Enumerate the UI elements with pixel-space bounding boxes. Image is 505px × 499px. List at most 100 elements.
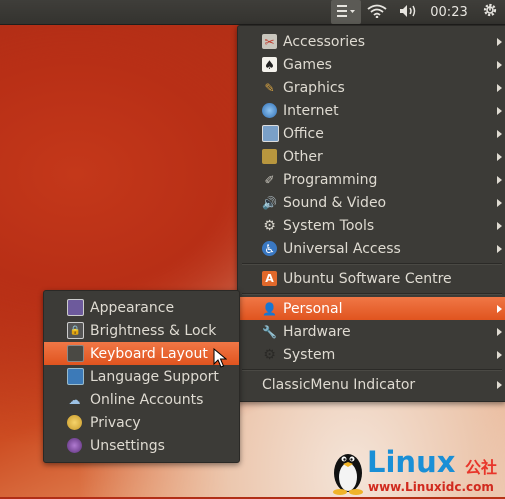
submenu-arrow-icon (497, 106, 502, 115)
menu-item-label: Online Accounts (90, 391, 204, 408)
menu-item-label: Universal Access (283, 240, 401, 257)
menu-item-hardware[interactable]: 🔧 Hardware (238, 320, 505, 343)
menu-item-label: Personal (283, 300, 343, 317)
classic-menu-indicator-button[interactable] (331, 0, 361, 24)
universal-access-icon: ♿ (262, 241, 277, 256)
menu-item-sound-video[interactable]: 🔊 Sound & Video (238, 191, 505, 214)
office-icon (262, 125, 279, 142)
other-icon (262, 149, 277, 164)
language-icon (67, 368, 84, 385)
sound-indicator[interactable] (397, 0, 421, 24)
menu-item-internet[interactable]: Internet (238, 99, 505, 122)
menu-item-software-centre[interactable]: A Ubuntu Software Centre (238, 267, 505, 290)
games-icon: ♠ (262, 57, 277, 72)
programming-icon: ✐ (264, 172, 275, 187)
submenu-arrow-icon (497, 37, 502, 46)
menu-item-programming[interactable]: ✐ Programming (238, 168, 505, 191)
menu-item-label: Appearance (90, 299, 175, 316)
submenu-arrow-icon (497, 175, 502, 184)
menu-separator (242, 263, 502, 265)
system-icon: ⚙ (263, 346, 276, 363)
mouse-pointer-icon (213, 347, 228, 372)
menu-item-label: System Tools (283, 217, 375, 234)
menu-item-label: Brightness & Lock (90, 322, 217, 339)
menu-item-label: Programming (283, 171, 378, 188)
appearance-icon (67, 299, 84, 316)
menu-item-label: Accessories (283, 33, 366, 50)
privacy-icon (67, 415, 82, 430)
watermark-url: www.Linuxidc.com (368, 480, 494, 494)
system-tools-icon: ⚙ (263, 217, 276, 234)
online-accounts-icon: ☁ (68, 392, 81, 407)
submenu-arrow-icon (497, 129, 502, 138)
software-centre-icon: A (262, 271, 277, 286)
menu-item-label: Ubuntu Software Centre (283, 270, 452, 287)
hardware-icon: 🔧 (262, 324, 277, 339)
submenu-item-unsettings[interactable]: Unsettings (44, 434, 239, 457)
menu-item-system-tools[interactable]: ⚙ System Tools (238, 214, 505, 237)
submenu-item-language-support[interactable]: Language Support (44, 365, 239, 388)
menu-item-universal-access[interactable]: ♿ Universal Access (238, 237, 505, 260)
submenu-arrow-icon (497, 152, 502, 161)
submenu-item-keyboard-layout[interactable]: Keyboard Layout (44, 342, 239, 365)
submenu-item-brightness-lock[interactable]: 🔒 Brightness & Lock (44, 319, 239, 342)
menu-item-graphics[interactable]: ✎ Graphics (238, 76, 505, 99)
menu-item-label: Privacy (90, 414, 141, 431)
internet-icon (262, 103, 277, 118)
menu-item-other[interactable]: Other (238, 145, 505, 168)
menu-item-label: Unsettings (90, 437, 165, 454)
submenu-arrow-icon (497, 221, 502, 230)
submenu-arrow-icon (497, 327, 502, 336)
menu-item-label: Office (283, 125, 324, 142)
personal-icon: 👤 (262, 301, 277, 316)
menu-item-label: Language Support (90, 368, 219, 385)
watermark-brand: Linux (367, 445, 456, 479)
personal-submenu: Appearance 🔒 Brightness & Lock Keyboard … (43, 290, 240, 463)
sound-video-icon: 🔊 (262, 195, 277, 210)
menu-item-label: Sound & Video (283, 194, 387, 211)
applications-menu: ✂ Accessories ♠ Games ✎ Graphics Interne… (237, 25, 505, 402)
accessories-icon: ✂ (262, 34, 277, 49)
wifi-icon (367, 3, 387, 22)
menu-item-accessories[interactable]: ✂ Accessories (238, 30, 505, 53)
graphics-icon: ✎ (264, 80, 275, 95)
menu-item-classicmenu-indicator[interactable]: ClassicMenu Indicator (238, 373, 505, 396)
submenu-item-appearance[interactable]: Appearance (44, 296, 239, 319)
menu-item-system[interactable]: ⚙ System (238, 343, 505, 366)
network-indicator[interactable] (366, 0, 388, 24)
top-panel: 00:23 (0, 0, 505, 25)
clock-text: 00:23 (430, 4, 468, 20)
volume-icon (399, 3, 419, 22)
menu-item-label: Hardware (283, 323, 351, 340)
submenu-arrow-icon (497, 350, 502, 359)
submenu-arrow-icon (497, 304, 502, 313)
clock-indicator[interactable]: 00:23 (428, 0, 470, 24)
submenu-arrow-icon (497, 244, 502, 253)
power-gear-icon (482, 2, 498, 22)
menu-item-label: ClassicMenu Indicator (262, 376, 416, 393)
menu-item-label: System (283, 346, 336, 363)
menu-separator (242, 293, 502, 295)
submenu-arrow-icon (497, 83, 502, 92)
menu-item-office[interactable]: Office (238, 122, 505, 145)
watermark-brand-cn: 公社 (465, 458, 498, 477)
menu-icon (336, 3, 356, 22)
linuxidc-watermark: Linux 公社 www.Linuxidc.com (330, 445, 505, 497)
submenu-arrow-icon (497, 60, 502, 69)
unsettings-icon (67, 438, 82, 453)
menu-separator (242, 369, 502, 371)
brightness-lock-icon: 🔒 (67, 322, 84, 339)
submenu-arrow-icon (497, 380, 502, 389)
keyboard-icon (67, 345, 84, 362)
submenu-item-privacy[interactable]: Privacy (44, 411, 239, 434)
menu-item-personal[interactable]: 👤 Personal (238, 297, 505, 320)
menu-item-label: Graphics (283, 79, 345, 96)
menu-item-label: Keyboard Layout (90, 345, 208, 362)
session-indicator[interactable] (479, 0, 501, 24)
menu-item-games[interactable]: ♠ Games (238, 53, 505, 76)
submenu-item-online-accounts[interactable]: ☁ Online Accounts (44, 388, 239, 411)
tux-penguin-icon (330, 447, 366, 499)
menu-item-label: Games (283, 56, 332, 73)
submenu-arrow-icon (497, 198, 502, 207)
menu-item-label: Other (283, 148, 323, 165)
